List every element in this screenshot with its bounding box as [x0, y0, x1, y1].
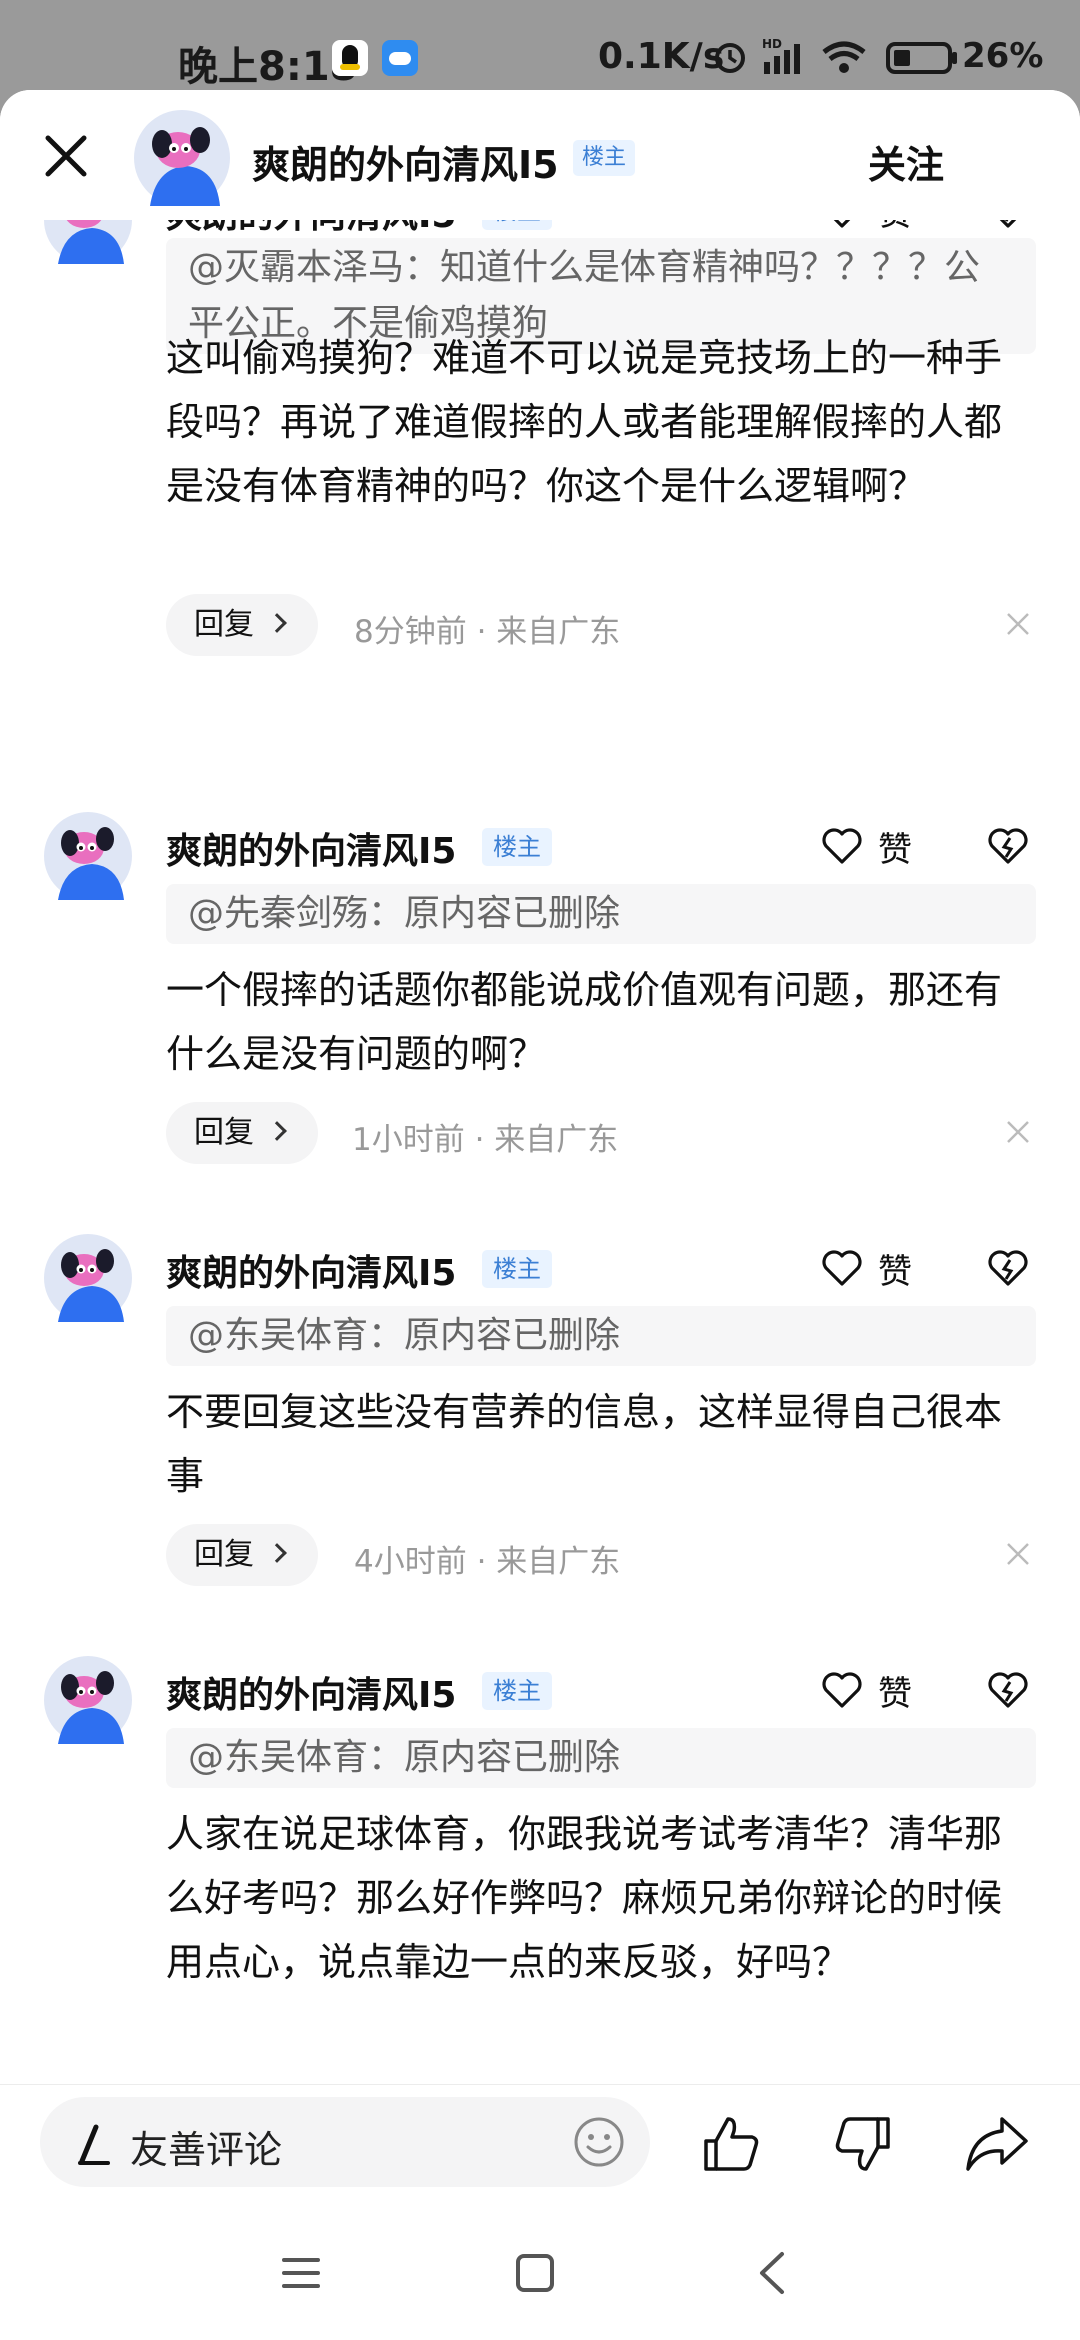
- qq-notification-icon: [332, 40, 368, 76]
- bottom-action-bar: 友善评论: [0, 2084, 1080, 2204]
- heart-icon[interactable]: [820, 1670, 864, 1710]
- close-icon[interactable]: [1004, 610, 1032, 638]
- comment-text: 一个假摔的话题你都能说成价值观有问题，那还有什么是没有问题的啊？: [166, 968, 1003, 1076]
- reply-button[interactable]: 回复: [166, 1524, 318, 1586]
- svg-text:HD: HD: [762, 37, 782, 51]
- comment-meta: 1小时前 · 来自广东: [352, 1122, 619, 1158]
- comment-text: 不要回复这些没有营养的信息，这样显得自己很本事: [166, 1390, 1003, 1498]
- comment-sheet: 爽朗的外向清风I5 楼主 关注 爽朗的外向清风I5 楼主 赞: [0, 90, 1080, 2340]
- avatar[interactable]: [44, 1656, 132, 1744]
- menu-icon[interactable]: [280, 2252, 322, 2294]
- broken-heart-icon[interactable]: [986, 1248, 1030, 1288]
- like-label[interactable]: 赞: [878, 1666, 912, 1715]
- status-icons: HD: [715, 37, 957, 74]
- like-label[interactable]: 赞: [878, 1244, 912, 1293]
- header-username[interactable]: 爽朗的外向清风I5: [252, 134, 559, 189]
- heart-icon[interactable]: [820, 220, 864, 230]
- comment-meta: 4小时前 · 来自广东: [354, 1544, 621, 1580]
- avatar[interactable]: [44, 1234, 132, 1322]
- broken-heart-icon[interactable]: [986, 1670, 1030, 1710]
- quoted-comment: @先秦剑殇：原内容已删除: [166, 884, 1036, 944]
- heart-icon[interactable]: [820, 826, 864, 866]
- cloud-notification-icon: [382, 40, 418, 76]
- chevron-right-icon: [267, 613, 287, 633]
- status-bar: 晚上8:18 0.1K/s HD 26%: [0, 0, 1080, 90]
- comment-username[interactable]: 爽朗的外向清风I5: [166, 220, 456, 238]
- reply-button[interactable]: 回复: [166, 1102, 318, 1164]
- avatar[interactable]: [44, 220, 132, 264]
- smiley-icon[interactable]: [572, 2115, 626, 2169]
- network-speed: 0.1K/s: [598, 36, 725, 77]
- comment-list[interactable]: 爽朗的外向清风I5 楼主 赞 @灭霸本泽马：知道什么是体育精神吗？？？？公平公正…: [0, 220, 1080, 2170]
- owner-badge: 楼主: [482, 1250, 552, 1288]
- like-label[interactable]: 赞: [878, 220, 912, 235]
- chevron-right-icon: [267, 1121, 287, 1141]
- owner-badge: 楼主: [573, 140, 636, 176]
- reply-label: 回复: [194, 1115, 254, 1150]
- comment-text: 这叫偷鸡摸狗？难道不可以说是竞技场上的一种手段吗？再说了难道假摔的人或者能理解假…: [166, 336, 1003, 508]
- close-icon[interactable]: [36, 126, 96, 186]
- owner-badge: 楼主: [482, 220, 552, 230]
- like-label[interactable]: 赞: [878, 822, 912, 871]
- follow-button[interactable]: 关注: [868, 134, 944, 189]
- close-icon[interactable]: [1004, 1118, 1032, 1146]
- comment-username[interactable]: 爽朗的外向清风I5: [166, 822, 456, 874]
- pen-icon: [78, 2124, 110, 2165]
- back-icon[interactable]: [754, 2250, 790, 2296]
- status-time: 晚上8:18: [178, 44, 358, 90]
- home-icon[interactable]: [514, 2252, 556, 2294]
- close-icon[interactable]: [1004, 1540, 1032, 1568]
- battery-level: 26%: [962, 36, 1044, 76]
- owner-badge: 楼主: [482, 1672, 552, 1710]
- comment-input[interactable]: 友善评论: [40, 2097, 650, 2187]
- comment-input-placeholder: 友善评论: [130, 2128, 283, 2172]
- avatar[interactable]: [44, 812, 132, 900]
- system-nav-bar: [0, 2204, 1080, 2340]
- comment-username[interactable]: 爽朗的外向清风I5: [166, 1666, 456, 1718]
- comment-username[interactable]: 爽朗的外向清风I5: [166, 1244, 456, 1296]
- owner-badge: 楼主: [482, 828, 552, 866]
- thumbs-up-icon[interactable]: [700, 2113, 762, 2175]
- share-arrow-icon[interactable]: [964, 2113, 1030, 2175]
- comment-text: 人家在说足球体育，你跟我说考试考清华？清华那么好考吗？那么好作弊吗？麻烦兄弟你辩…: [166, 1812, 1003, 1984]
- thumbs-down-icon[interactable]: [832, 2113, 894, 2175]
- reply-label: 回复: [194, 1537, 254, 1572]
- chevron-right-icon: [267, 1543, 287, 1563]
- reply-button[interactable]: 回复: [166, 594, 318, 656]
- heart-icon[interactable]: [820, 1248, 864, 1288]
- avatar[interactable]: [134, 110, 230, 206]
- sheet-header: 爽朗的外向清风I5 楼主 关注: [0, 90, 1080, 220]
- reply-label: 回复: [194, 607, 254, 642]
- quoted-comment: @东吴体育：原内容已删除: [166, 1728, 1036, 1788]
- comment-meta: 8分钟前 · 来自广东: [354, 614, 621, 650]
- quoted-comment: @东吴体育：原内容已删除: [166, 1306, 1036, 1366]
- broken-heart-icon[interactable]: [986, 220, 1030, 230]
- broken-heart-icon[interactable]: [986, 826, 1030, 866]
